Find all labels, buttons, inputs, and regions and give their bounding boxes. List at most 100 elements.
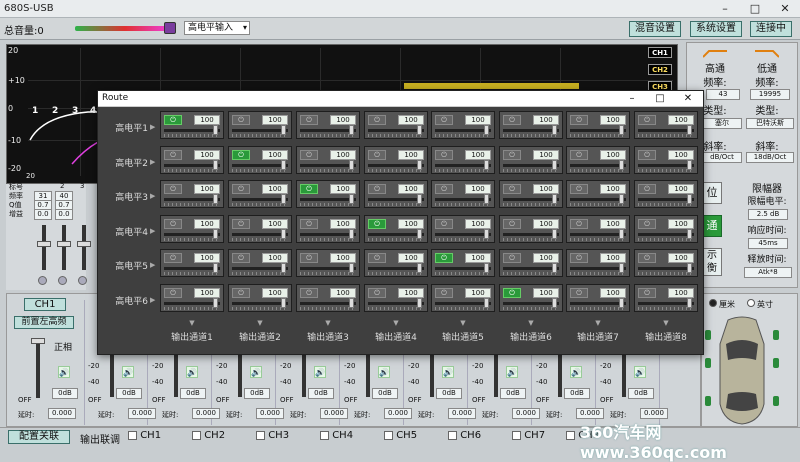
slider-knob[interactable]	[619, 229, 624, 239]
slider-knob[interactable]	[417, 298, 422, 308]
slider-knob[interactable]	[619, 160, 624, 170]
speaker-position-icon[interactable]	[773, 396, 779, 406]
channel-level-fader[interactable]	[494, 355, 498, 397]
unit-inch-radio[interactable]	[747, 299, 755, 307]
power-toggle-icon[interactable]: ⏻	[638, 219, 656, 229]
link-ch6[interactable]: CH6	[448, 430, 481, 441]
slider-knob[interactable]	[417, 229, 422, 239]
band-reset-icon[interactable]	[58, 276, 67, 285]
release-select[interactable]: Atk*8	[744, 267, 792, 278]
power-toggle-icon[interactable]: ⏻	[435, 184, 453, 194]
power-toggle-icon[interactable]: ⏻	[435, 253, 453, 263]
route-gain-value[interactable]: 100	[262, 219, 288, 229]
config-link-button[interactable]: 配置关联	[8, 430, 70, 444]
power-toggle-icon[interactable]: ⏻	[638, 253, 656, 263]
power-toggle-icon[interactable]: ⏻	[570, 184, 588, 194]
channel-level-fader[interactable]	[622, 355, 626, 397]
route-gain-value[interactable]: 100	[262, 253, 288, 263]
channel-delay-value[interactable]: 0.000	[640, 408, 668, 419]
link-ch1[interactable]: CH1	[128, 430, 161, 441]
channel-toggle-ch1[interactable]: CH1	[648, 47, 672, 58]
power-toggle-icon[interactable]: ⏻	[232, 184, 250, 194]
slider-knob[interactable]	[687, 263, 692, 273]
route-gain-slider[interactable]	[503, 233, 559, 236]
slider-knob[interactable]	[417, 125, 422, 135]
power-toggle-icon[interactable]: ⏻	[368, 184, 386, 194]
route-gain-slider[interactable]	[570, 164, 626, 167]
slider-knob[interactable]	[484, 229, 489, 239]
route-gain-value[interactable]: 100	[533, 115, 559, 125]
power-toggle-icon[interactable]: ⏻	[232, 115, 250, 125]
slider-knob[interactable]	[213, 263, 218, 273]
route-gain-value[interactable]: 100	[668, 150, 694, 160]
band-gain-value[interactable]: 0.0	[55, 209, 73, 220]
slider-knob[interactable]	[213, 160, 218, 170]
minimize-button[interactable]: –	[710, 0, 740, 18]
speaker-icon[interactable]: 🔊	[58, 366, 70, 378]
system-settings-button[interactable]: 系统设置	[690, 21, 742, 37]
route-gain-slider[interactable]	[232, 267, 288, 270]
slider-knob[interactable]	[349, 125, 354, 135]
channel-db-value[interactable]: 0dB	[436, 388, 462, 399]
route-gain-value[interactable]: 100	[398, 115, 424, 125]
route-gain-value[interactable]: 100	[262, 288, 288, 298]
slider-knob[interactable]	[687, 125, 692, 135]
route-gain-value[interactable]: 100	[330, 253, 356, 263]
route-gain-value[interactable]: 100	[533, 219, 559, 229]
power-toggle-icon[interactable]: ⏻	[164, 219, 182, 229]
route-gain-value[interactable]: 100	[330, 184, 356, 194]
slider-knob[interactable]	[213, 298, 218, 308]
channel-db-value[interactable]: 0dB	[500, 388, 526, 399]
slider-knob[interactable]	[417, 263, 422, 273]
slider-knob[interactable]	[281, 298, 286, 308]
power-toggle-icon[interactable]: ⏻	[368, 115, 386, 125]
channel-db-value[interactable]: 0dB	[244, 388, 270, 399]
route-gain-slider[interactable]	[300, 302, 356, 305]
slider-knob[interactable]	[349, 160, 354, 170]
slider-knob[interactable]	[484, 160, 489, 170]
power-toggle-icon[interactable]: ⏻	[232, 288, 250, 298]
checkbox[interactable]	[448, 430, 457, 440]
channel-db-value[interactable]: 0dB	[52, 388, 78, 399]
slider-knob[interactable]	[213, 229, 218, 239]
route-gain-value[interactable]: 100	[330, 150, 356, 160]
route-gain-slider[interactable]	[300, 267, 356, 270]
route-gain-slider[interactable]	[300, 164, 356, 167]
route-gain-value[interactable]: 100	[194, 115, 220, 125]
side-button-position[interactable]: 位	[702, 182, 722, 204]
power-toggle-icon[interactable]: ⏻	[570, 253, 588, 263]
hp-type-select[interactable]: 塞尔	[702, 118, 742, 129]
route-gain-value[interactable]: 100	[194, 253, 220, 263]
link-ch5[interactable]: CH5	[384, 430, 417, 441]
route-gain-slider[interactable]	[368, 129, 424, 132]
checkbox[interactable]	[512, 430, 521, 440]
route-gain-value[interactable]: 100	[194, 150, 220, 160]
channel-level-fader[interactable]	[238, 355, 242, 397]
channel-db-value[interactable]: 0dB	[564, 388, 590, 399]
slider-knob[interactable]	[484, 125, 489, 135]
route-gain-slider[interactable]	[570, 267, 626, 270]
route-gain-value[interactable]: 100	[465, 150, 491, 160]
route-gain-value[interactable]: 100	[668, 184, 694, 194]
speaker-position-icon[interactable]	[705, 330, 711, 340]
connection-status-button[interactable]: 连接中	[750, 21, 792, 37]
route-gain-value[interactable]: 100	[465, 184, 491, 194]
slider-knob[interactable]	[349, 263, 354, 273]
channel-db-value[interactable]: 0dB	[180, 388, 206, 399]
power-toggle-icon[interactable]: ⏻	[570, 115, 588, 125]
route-gain-value[interactable]: 100	[194, 184, 220, 194]
power-toggle-icon[interactable]: ⏻	[300, 150, 318, 160]
route-gain-slider[interactable]	[503, 267, 559, 270]
slider-knob[interactable]	[484, 263, 489, 273]
channel-level-fader[interactable]	[174, 355, 178, 397]
band-gain-fader[interactable]	[62, 225, 66, 270]
power-toggle-icon[interactable]: ⏻	[638, 184, 656, 194]
route-gain-slider[interactable]	[232, 164, 288, 167]
route-gain-value[interactable]: 100	[668, 253, 694, 263]
checkbox[interactable]	[566, 430, 575, 440]
speaker-position-icon[interactable]	[705, 358, 711, 368]
power-toggle-icon[interactable]: ⏻	[300, 115, 318, 125]
route-gain-value[interactable]: 100	[600, 150, 626, 160]
route-gain-slider[interactable]	[435, 267, 491, 270]
channel-db-value[interactable]: 0dB	[308, 388, 334, 399]
